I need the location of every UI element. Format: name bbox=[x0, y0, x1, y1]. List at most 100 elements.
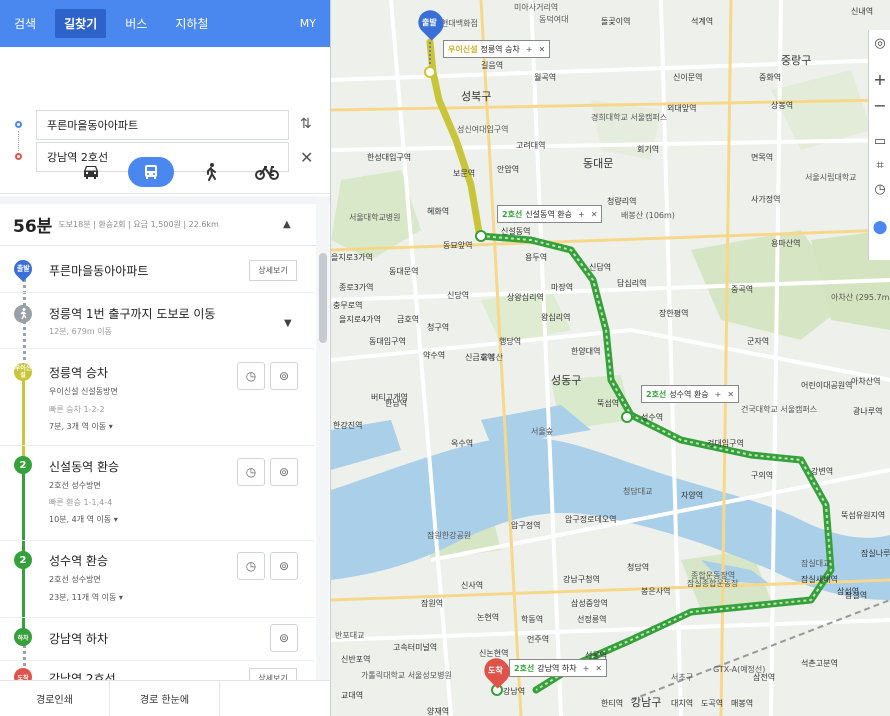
add-icon[interactable]: + bbox=[578, 210, 585, 219]
step-transfer1-duration[interactable]: 10분, 4개 역 이동 ▾ bbox=[49, 514, 118, 525]
route-tag-board[interactable]: 우이신설 정릉역 승차 + ✕ bbox=[443, 40, 551, 58]
swap-icon[interactable]: ⇅ bbox=[300, 116, 312, 132]
tab-search[interactable]: 검색 bbox=[14, 15, 36, 32]
bus-icon[interactable] bbox=[128, 157, 174, 187]
destination-detail-button[interactable]: 상세보기 bbox=[249, 668, 297, 680]
map-label: 잠실종합운동장 bbox=[687, 579, 739, 588]
map-label: 신내역 bbox=[851, 7, 874, 16]
route-search-box: 푸른마을동아아파트 강남역 2호선 ⇅ ✕ bbox=[0, 47, 330, 194]
route-tag-transfer1[interactable]: 2호선 신설동역 환승 + ✕ bbox=[497, 205, 603, 223]
step-origin-title: 푸른마을동아아파트 bbox=[49, 264, 149, 278]
location-pin-icon[interactable]: ⊚ bbox=[270, 458, 298, 486]
origin-input[interactable]: 푸른마을동아아파트 bbox=[36, 110, 289, 140]
walk-icon[interactable] bbox=[192, 157, 230, 187]
map-label: 금호역 bbox=[397, 315, 420, 324]
map-label: 신답역 bbox=[589, 263, 612, 272]
route-tag-transfer2[interactable]: 2호선 성수역 환승 + ✕ bbox=[641, 385, 740, 403]
map-label: 충무로역 bbox=[333, 301, 363, 310]
map-label: 잠실새내역 bbox=[801, 575, 838, 584]
origin-dot-icon bbox=[15, 121, 22, 128]
map-label: 신당역 bbox=[447, 291, 470, 300]
chevron-up-icon[interactable]: ▲ bbox=[283, 219, 291, 230]
map-label: 용두역 bbox=[525, 253, 548, 262]
print-route-button[interactable]: 경로인쇄 bbox=[0, 681, 110, 716]
map-view[interactable]: 성북구 동대문 중랑구 성동구 강남구 현대백화점 동덕여대 미아사거리역 길음… bbox=[331, 0, 890, 716]
map-label: 잠실나루역 bbox=[861, 549, 890, 558]
map-label: 건국대학교 서울캠퍼스 bbox=[741, 405, 818, 414]
map-label: 봉은사역 bbox=[641, 587, 671, 596]
line-2-marker: 2 bbox=[14, 456, 32, 474]
origin-detail-button[interactable]: 상세보기 bbox=[249, 260, 297, 281]
map-label: 행당역 bbox=[499, 337, 522, 346]
map-label: 중곡역 bbox=[731, 285, 754, 294]
origin-pin-label: 출발 bbox=[422, 18, 437, 27]
map-label: 동대문역 bbox=[389, 267, 419, 276]
map-label: 군자역 bbox=[747, 337, 770, 346]
district-label: 강남구 bbox=[631, 696, 662, 709]
step-walk-sub: 12분, 679m 이동 bbox=[49, 327, 112, 336]
map-label: 강변역 bbox=[811, 467, 834, 476]
tab-directions[interactable]: 길찾기 bbox=[55, 9, 107, 38]
clock-icon[interactable]: ◷ bbox=[237, 552, 265, 580]
map-label: 신금호역 bbox=[465, 353, 495, 362]
map-label: 논현역 bbox=[477, 613, 500, 622]
map-label: 교대역 bbox=[341, 691, 364, 700]
line-ui-connector bbox=[22, 378, 25, 468]
map-label: 강남구청역 bbox=[563, 575, 600, 584]
line-2-marker: 2 bbox=[14, 551, 32, 569]
route-summary[interactable]: 56분 도보18분 | 환승2회 | 요금 1,500원 | 22.6km ▲ bbox=[0, 196, 330, 246]
divider bbox=[0, 540, 315, 541]
map-label: 서울숲 bbox=[531, 427, 554, 436]
clock-icon[interactable]: ◷ bbox=[869, 182, 890, 197]
map-label: 답십리역 bbox=[617, 279, 647, 288]
route-tag-alight[interactable]: 2호선 강남역 하차 + ✕ bbox=[509, 659, 608, 677]
map-label: 잠원역 bbox=[421, 599, 444, 608]
close-icon[interactable]: ✕ bbox=[300, 148, 313, 167]
tab-bus[interactable]: 버스 bbox=[125, 15, 147, 32]
measure-icon[interactable]: ⌗ bbox=[869, 158, 890, 173]
add-icon[interactable]: + bbox=[526, 45, 533, 54]
locate-icon[interactable]: ◎ bbox=[869, 36, 890, 51]
bike-icon[interactable] bbox=[248, 157, 286, 187]
close-icon[interactable]: ✕ bbox=[591, 210, 598, 219]
step-board-car: 빠른 승차 1-2-2 bbox=[49, 405, 105, 414]
layers-icon[interactable]: ▭ bbox=[869, 134, 890, 149]
map-controls: ◎ + − ▭ ⌗ ◷ ⬤ bbox=[868, 30, 890, 260]
tab-my[interactable]: MY bbox=[300, 17, 316, 30]
car-icon[interactable] bbox=[72, 157, 110, 187]
close-icon[interactable]: ✕ bbox=[727, 390, 734, 399]
divider bbox=[0, 617, 315, 618]
map-label: 신반포역 bbox=[341, 655, 371, 664]
tab-subway[interactable]: 지하철 bbox=[175, 15, 208, 32]
tag-line: 2호선 bbox=[502, 209, 523, 219]
close-icon[interactable]: ✕ bbox=[539, 45, 546, 54]
zoom-in-icon[interactable]: + bbox=[869, 70, 890, 89]
clock-icon[interactable]: ◷ bbox=[237, 362, 265, 390]
map-label: 약수역 bbox=[423, 351, 446, 360]
close-icon[interactable]: ✕ bbox=[595, 664, 602, 673]
map-label: 잠실대교 bbox=[801, 559, 831, 568]
step-walk-title: 정릉역 1번 출구까지 도보로 이동 bbox=[49, 307, 216, 321]
location-pin-icon[interactable]: ⊚ bbox=[270, 624, 298, 652]
step-board-duration[interactable]: 7분, 3개 역 이동 ▾ bbox=[49, 421, 113, 432]
chevron-down-icon[interactable]: ▼ bbox=[284, 318, 292, 329]
pin-icon[interactable]: ⬤ bbox=[869, 220, 890, 235]
walk-icon bbox=[14, 305, 32, 323]
map-label: 외대앞역 bbox=[667, 104, 697, 113]
map-label: 돌곶이역 bbox=[601, 17, 631, 26]
route-overview-button[interactable]: 경로 한눈에 bbox=[110, 681, 220, 716]
location-pin-icon[interactable]: ⊚ bbox=[270, 362, 298, 390]
location-pin-icon[interactable]: ⊚ bbox=[270, 552, 298, 580]
map-label: 어린이대공원역 bbox=[801, 381, 853, 390]
add-icon[interactable]: + bbox=[583, 664, 590, 673]
scrollbar-thumb[interactable] bbox=[319, 253, 327, 343]
map-label: 석촌고분역 bbox=[801, 659, 838, 668]
map-label: 가톨릭대학교 서울성모병원 bbox=[361, 671, 452, 680]
step-transfer1-line: 2호선 성수방면 bbox=[49, 481, 101, 490]
add-icon[interactable]: + bbox=[715, 390, 722, 399]
clock-icon[interactable]: ◷ bbox=[237, 458, 265, 486]
step-transfer2-duration[interactable]: 23분, 11개 역 이동 ▾ bbox=[49, 592, 123, 603]
map-label: 매봉역 bbox=[731, 699, 754, 708]
zoom-out-icon[interactable]: − bbox=[869, 96, 890, 115]
map-label: 옥수역 bbox=[451, 439, 474, 448]
